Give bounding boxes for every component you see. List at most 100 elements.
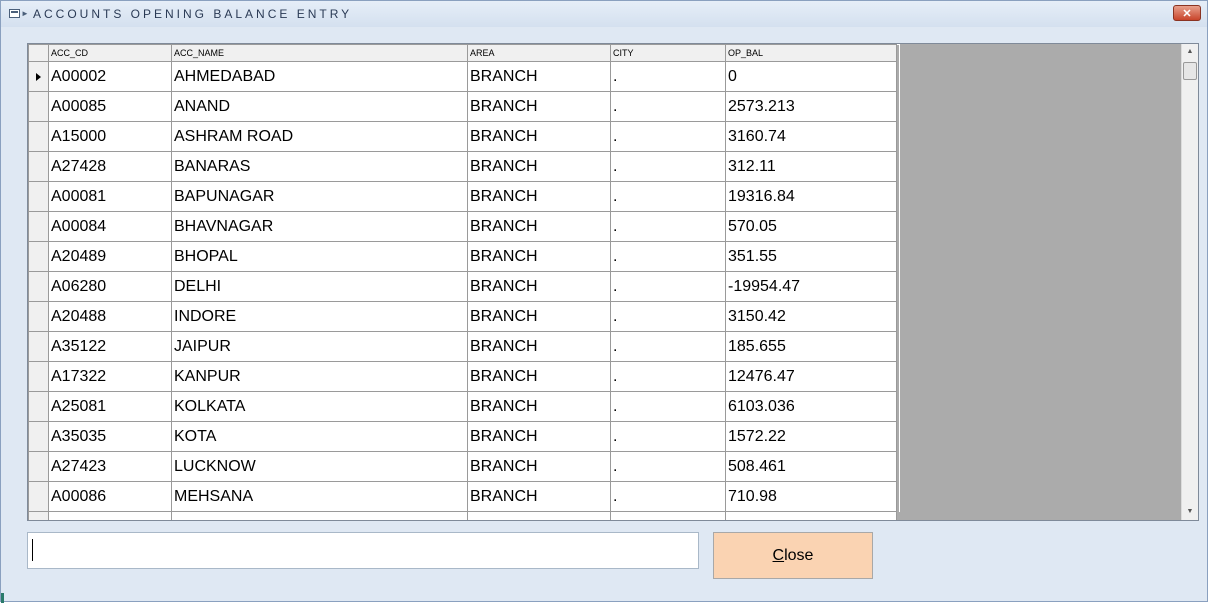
table-row[interactable]: A27428 BANARAS BRANCH. 312.11 xyxy=(28,151,900,182)
cell-area[interactable]: BRANCH xyxy=(467,61,611,92)
cell-op-bal[interactable]: 312.11 xyxy=(725,151,897,182)
cell-city[interactable]: . xyxy=(610,301,726,332)
row-selector[interactable] xyxy=(28,241,49,272)
cell-area[interactable]: BRANCH xyxy=(467,301,611,332)
accounts-grid[interactable]: ACC_CD ACC_NAME AREA CITY OP_BAL A00002 AHMED… xyxy=(27,43,1199,521)
cell-area[interactable]: BRANCH xyxy=(467,271,611,302)
cell-area[interactable]: BRANCH xyxy=(467,451,611,482)
cell-acc-cd[interactable]: A17322 xyxy=(48,361,172,392)
cell-city[interactable]: . xyxy=(610,391,726,422)
column-header-area[interactable]: AREA xyxy=(467,44,611,62)
cell-op-bal[interactable]: 185.655 xyxy=(725,331,897,362)
cell-city[interactable]: . xyxy=(610,61,726,92)
row-selector[interactable] xyxy=(28,151,49,182)
column-header-city[interactable]: CITY xyxy=(610,44,726,62)
cell-city[interactable]: . xyxy=(610,481,726,512)
cell-acc-name[interactable]: BHAVNAGAR xyxy=(171,211,468,242)
table-row[interactable]: A27423 LUCKNOW BRANCH. 508.461 xyxy=(28,451,900,482)
table-row[interactable]: A35122 JAIPUR BRANCH. 185.655 xyxy=(28,331,900,362)
cell-acc-cd[interactable]: A27428 xyxy=(48,151,172,182)
cell-op-bal[interactable]: 710.98 xyxy=(725,481,897,512)
scroll-up-icon[interactable]: ▲ xyxy=(1182,44,1198,60)
cell-op-bal[interactable]: 12476.47 xyxy=(725,361,897,392)
cell-acc-cd[interactable]: A00002 xyxy=(48,61,172,92)
cell-op-bal[interactable]: 1572.22 xyxy=(725,421,897,452)
table-row[interactable]: A00002 AHMEDABAD BRANCH. 0 xyxy=(28,61,900,92)
cell-acc-name[interactable]: JAIPUR xyxy=(171,331,468,362)
cell-area[interactable]: BRANCH xyxy=(467,481,611,512)
title-bar[interactable]: ► ACCOUNTS OPENING BALANCE ENTRY ✕ xyxy=(1,1,1207,27)
row-selector[interactable] xyxy=(28,61,49,92)
cell-acc-name[interactable]: INDORE xyxy=(171,301,468,332)
cell-acc-name[interactable]: LUCKNOW xyxy=(171,451,468,482)
cell-acc-name[interactable]: KOTA xyxy=(171,421,468,452)
cell-acc-name[interactable]: KANPUR xyxy=(171,361,468,392)
cell-op-bal[interactable]: 19316.84 xyxy=(725,181,897,212)
cell-acc-name[interactable]: MEHSANA xyxy=(171,481,468,512)
cell-city[interactable]: . xyxy=(610,421,726,452)
cell-city[interactable]: . xyxy=(610,331,726,362)
table-row[interactable]: A20488 INDORE BRANCH. 3150.42 xyxy=(28,301,900,332)
cell-city[interactable]: . xyxy=(610,511,726,520)
cell-op-bal[interactable]: 3150.42 xyxy=(725,301,897,332)
cell-acc-name[interactable]: KOLKATA xyxy=(171,391,468,422)
cell-city[interactable]: . xyxy=(610,241,726,272)
cell-acc-cd[interactable]: A15000 xyxy=(48,121,172,152)
cell-op-bal[interactable]: 2573.213 xyxy=(725,91,897,122)
row-selector[interactable] xyxy=(28,331,49,362)
cell-op-bal[interactable]: 3160.74 xyxy=(725,121,897,152)
cell-acc-cd[interactable]: A00085 xyxy=(48,91,172,122)
cell-city[interactable]: . xyxy=(610,451,726,482)
cell-acc-cd[interactable]: A25081 xyxy=(48,391,172,422)
cell-op-bal[interactable]: 6371.281 xyxy=(725,511,897,520)
cell-acc-name[interactable]: BAPUNAGAR xyxy=(171,181,468,212)
cell-city[interactable]: . xyxy=(610,361,726,392)
row-selector[interactable] xyxy=(28,301,49,332)
cell-acc-cd[interactable]: A00079 xyxy=(48,511,172,520)
cell-op-bal[interactable]: 351.55 xyxy=(725,241,897,272)
scroll-down-icon[interactable]: ▼ xyxy=(1182,504,1198,520)
cell-acc-cd[interactable]: A20488 xyxy=(48,301,172,332)
row-selector[interactable] xyxy=(28,391,49,422)
table-row[interactable]: A00085 ANAND BRANCH. 2573.213 xyxy=(28,91,900,122)
cell-acc-cd[interactable]: A27423 xyxy=(48,451,172,482)
cell-acc-name[interactable]: AHMEDABAD xyxy=(171,61,468,92)
cell-city[interactable]: . xyxy=(610,271,726,302)
entry-input[interactable] xyxy=(27,532,699,569)
cell-acc-cd[interactable]: A06280 xyxy=(48,271,172,302)
row-selector[interactable] xyxy=(28,121,49,152)
close-icon[interactable]: ✕ xyxy=(1173,5,1201,21)
cell-acc-cd[interactable]: A35122 xyxy=(48,331,172,362)
cell-op-bal[interactable]: 0 xyxy=(725,61,897,92)
table-row[interactable]: A17322 KANPUR BRANCH. 12476.47 xyxy=(28,361,900,392)
cell-area[interactable]: BRANCH xyxy=(467,91,611,122)
cell-acc-name[interactable]: DELHI xyxy=(171,271,468,302)
table-row[interactable]: A06280 DELHI BRANCH. -19954.47 xyxy=(28,271,900,302)
table-row[interactable]: A00086 MEHSANA BRANCH. 710.98 xyxy=(28,481,900,512)
row-selector[interactable] xyxy=(28,451,49,482)
cell-acc-cd[interactable]: A00086 xyxy=(48,481,172,512)
column-header-acc-name[interactable]: ACC_NAME xyxy=(171,44,468,62)
table-row[interactable]: A00081 BAPUNAGAR BRANCH. 19316.84 xyxy=(28,181,900,212)
column-header-acc-cd[interactable]: ACC_CD xyxy=(48,44,172,62)
column-header-op-bal[interactable]: OP_BAL xyxy=(725,44,897,62)
cell-acc-cd[interactable]: A00081 xyxy=(48,181,172,212)
table-row[interactable]: A25081 KOLKATA BRANCH. 6103.036 xyxy=(28,391,900,422)
cell-city[interactable]: . xyxy=(610,91,726,122)
form-icon[interactable] xyxy=(9,9,20,18)
cell-acc-cd[interactable]: A20489 xyxy=(48,241,172,272)
cell-city[interactable]: . xyxy=(610,121,726,152)
cell-area[interactable]: BRANCH xyxy=(467,331,611,362)
cell-area[interactable]: BRANCH xyxy=(467,181,611,212)
cell-area[interactable]: BRANCH xyxy=(467,361,611,392)
row-selector[interactable] xyxy=(28,421,49,452)
close-button[interactable]: Close xyxy=(713,532,873,579)
cell-op-bal[interactable]: 570.05 xyxy=(725,211,897,242)
cell-acc-name[interactable]: BHOPAL xyxy=(171,241,468,272)
cell-city[interactable]: . xyxy=(610,151,726,182)
table-row[interactable]: A35035 KOTA BRANCH. 1572.22 xyxy=(28,421,900,452)
cell-area[interactable]: BRANCH xyxy=(467,421,611,452)
cell-op-bal[interactable]: 6103.036 xyxy=(725,391,897,422)
table-row[interactable]: A00084 BHAVNAGAR BRANCH. 570.05 xyxy=(28,211,900,242)
cell-city[interactable]: . xyxy=(610,181,726,212)
